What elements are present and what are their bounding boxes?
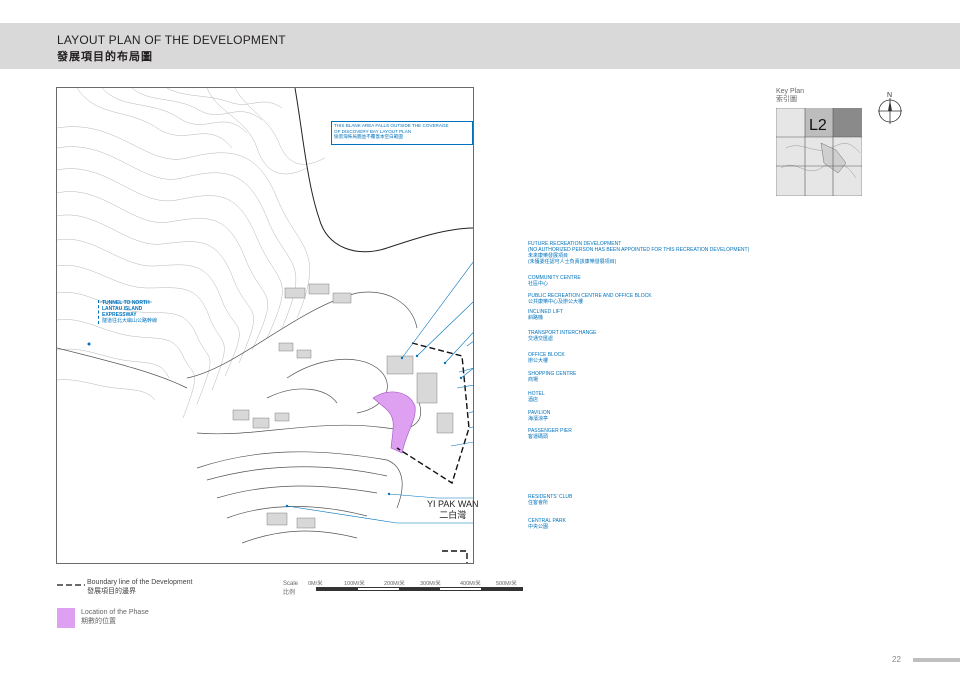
scale-tick-200: 200M/米 bbox=[384, 581, 405, 587]
boundary-line-swatch bbox=[57, 584, 85, 586]
label-central-park: CENTRAL PARK 中央公園 bbox=[528, 518, 566, 530]
label-hotel: HOTEL 酒店 bbox=[528, 391, 545, 403]
scale-tick-0: 0M/米 bbox=[308, 581, 323, 587]
north-arrow-icon: N bbox=[878, 92, 902, 124]
scale-bar bbox=[316, 587, 523, 591]
label-public-recreation-centre: PUBLIC RECREATION CENTRE AND OFFICE BLOC… bbox=[528, 293, 652, 305]
phase-swatch bbox=[57, 608, 75, 628]
label-shopping-centre: SHOPPING CENTRE 商場 bbox=[528, 371, 577, 383]
key-plan-label: Key Plan 索引圖 bbox=[776, 88, 805, 103]
layout-plan-map bbox=[56, 87, 474, 564]
label-passenger-pier: PASSENGER PIER 客運碼頭 bbox=[528, 428, 572, 440]
scale-tick-300: 300M/米 bbox=[420, 581, 441, 587]
key-plan-map: L2 bbox=[776, 108, 862, 196]
svg-text:N: N bbox=[887, 92, 892, 99]
legend-boundary: Boundary line of the Development 發展項目的邊界 bbox=[87, 579, 193, 595]
scale-label: Scale 比例 bbox=[283, 581, 299, 596]
page-title-zh: 發展項目的布局圖 bbox=[57, 51, 153, 63]
scale-tick-100: 100M/米 bbox=[344, 581, 365, 587]
legend-phase: Location of the Phase 期數的位置 bbox=[81, 609, 149, 625]
map-drawing bbox=[57, 88, 473, 563]
page-number: 22 bbox=[892, 655, 901, 664]
label-office-block: OFFICE BLOCK 辦公大樓 bbox=[528, 352, 565, 364]
label-future-recreation: FUTURE RECREATION DEVELOPMENT (NO AUTHOR… bbox=[528, 241, 750, 265]
scale-tick-400: 400M/米 bbox=[460, 581, 481, 587]
page-title: LAYOUT PLAN OF THE DEVELOPMENT bbox=[57, 33, 286, 47]
label-residents-club: RESIDENTS' CLUB 住客會所 bbox=[528, 494, 573, 506]
label-transport-interchange: TRANSPORT INTERCHANGE 交通交匯處 bbox=[528, 330, 597, 342]
blank-area-note: THIS BLANK AREA FALLS OUTSIDE THE COVERA… bbox=[331, 121, 473, 145]
page-bar bbox=[913, 658, 960, 662]
label-community-centre: COMMUNITY CENTRE 社區中心 bbox=[528, 275, 581, 287]
phase-location bbox=[372, 391, 416, 454]
label-inclined-lift: INCLINED LIFT 斜路機 bbox=[528, 309, 564, 321]
scale-tick-500: 500M/米 bbox=[496, 581, 517, 587]
place-name-yi-pak-wan: YI PAK WAN 二白灣 bbox=[427, 499, 479, 520]
tunnel-label: TUNNEL TO NORTH LANTAU ISLAND EXPRESSWAY… bbox=[98, 300, 157, 324]
key-plan-tile-label: L2 bbox=[809, 117, 827, 134]
label-pavilion: PAVILION 海濱涼亭 bbox=[528, 410, 551, 422]
contour-lines bbox=[57, 88, 326, 419]
